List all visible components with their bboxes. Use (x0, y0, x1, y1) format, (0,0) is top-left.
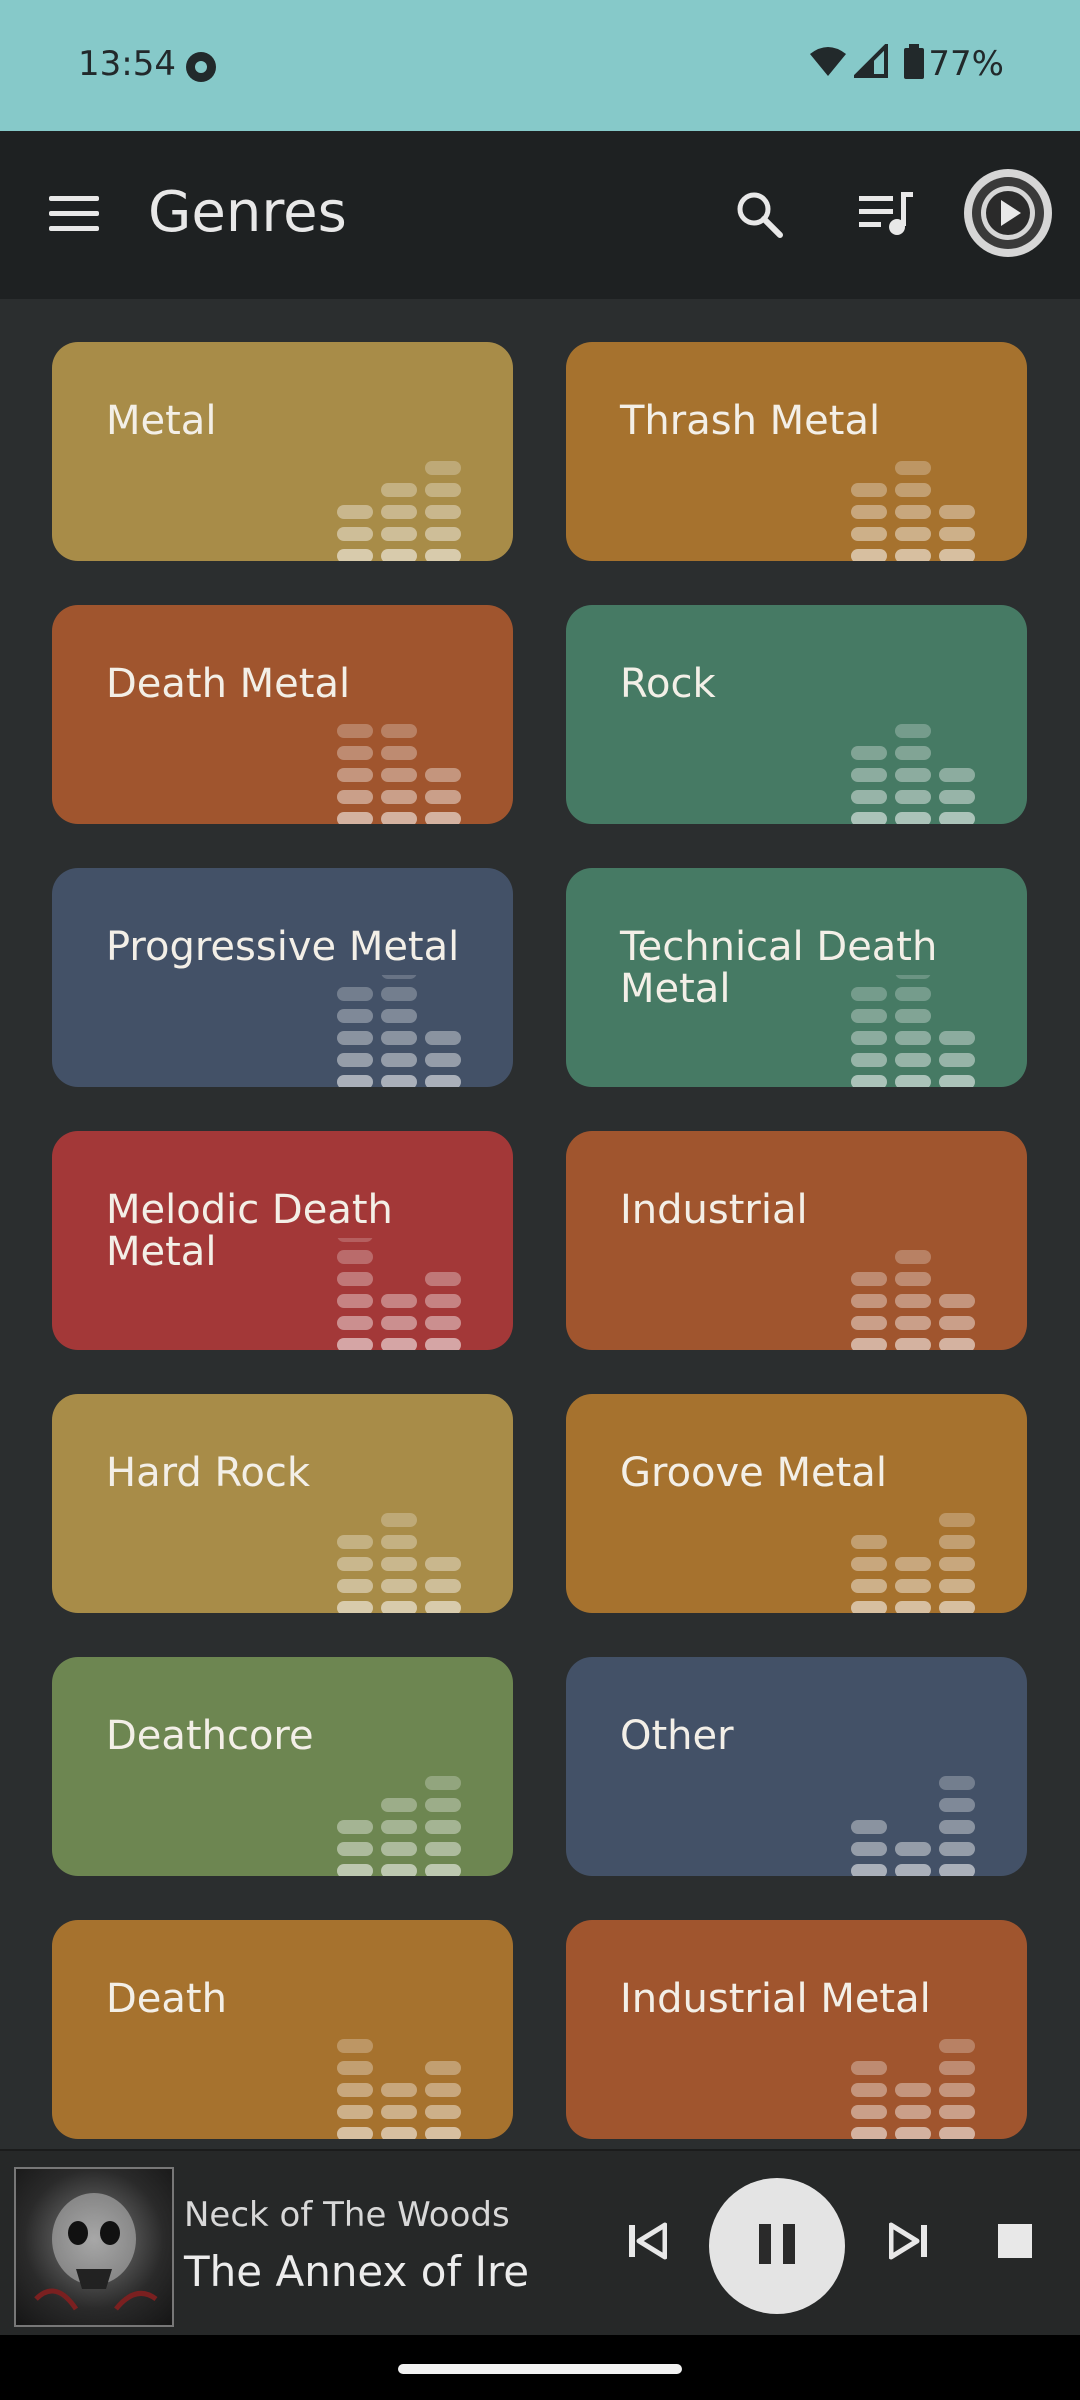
equalizer-icon (851, 1513, 975, 1613)
genre-tile[interactable]: Industrial Metal (566, 1920, 1027, 2139)
status-time: 13:54 (78, 44, 176, 84)
equalizer-icon (337, 1513, 461, 1613)
genre-tile[interactable]: Progressive Metal (52, 868, 513, 1087)
equalizer-icon (851, 724, 975, 824)
genre-tile[interactable]: Deathcore (52, 1657, 513, 1876)
genre-tile[interactable]: Melodic Death Metal (52, 1131, 513, 1350)
genre-label: Industrial Metal (620, 1976, 931, 2022)
genre-tile[interactable]: Metal (52, 342, 513, 561)
genre-label: Progressive Metal (106, 924, 460, 970)
equalizer-icon (337, 1776, 461, 1876)
genre-label: Death (106, 1976, 227, 2022)
equalizer-icon (337, 724, 461, 824)
album-art (14, 2167, 174, 2327)
genre-tile[interactable]: Rock (566, 605, 1027, 824)
genre-tile[interactable]: Industrial (566, 1131, 1027, 1350)
track-title: The Annex of Ire (184, 2247, 530, 2296)
battery-icon (903, 44, 925, 84)
equalizer-icon (851, 2039, 975, 2139)
battery-percent: 77% (928, 44, 1004, 84)
equalizer-icon (851, 1250, 975, 1350)
pause-button[interactable] (709, 2178, 845, 2314)
pause-icon (757, 2222, 797, 2270)
equalizer-icon (337, 975, 461, 1087)
genre-label: Metal (106, 398, 217, 444)
genre-label: Rock (620, 661, 716, 707)
queue-music-icon (859, 192, 913, 240)
genre-tile[interactable]: Groove Metal (566, 1394, 1027, 1613)
search-button[interactable] (709, 166, 809, 266)
genre-tile[interactable]: Death (52, 1920, 513, 2139)
genre-label: Thrash Metal (620, 398, 881, 444)
wifi-icon (808, 44, 848, 82)
previous-button[interactable] (612, 2203, 682, 2283)
skip-next-icon (888, 2221, 929, 2265)
signal-icon (851, 41, 888, 82)
genre-tile[interactable]: Other (566, 1657, 1027, 1876)
genre-grid: Metal Thrash Metal Death Metal Rock Progress… (0, 299, 1080, 2149)
menu-button[interactable] (24, 166, 124, 266)
media-session-icon (184, 50, 218, 88)
equalizer-icon (337, 1238, 461, 1350)
stop-icon (998, 2224, 1032, 2262)
queue-button[interactable] (836, 166, 936, 266)
mini-player[interactable]: Neck of The Woods The Annex of Ire (0, 2149, 1080, 2337)
genre-label: Other (620, 1713, 734, 1759)
genre-label: Hard Rock (106, 1450, 311, 1496)
genre-tile[interactable]: Technical Death Metal (566, 868, 1027, 1087)
next-button[interactable] (874, 2203, 944, 2283)
play-circle-icon (962, 167, 1054, 263)
equalizer-icon (337, 2039, 461, 2139)
genre-tile[interactable]: Thrash Metal (566, 342, 1027, 561)
genre-label: Deathcore (106, 1713, 314, 1759)
genre-label: Death Metal (106, 661, 351, 707)
equalizer-icon (851, 461, 975, 561)
home-gesture-handle[interactable] (398, 2364, 682, 2374)
genre-tile[interactable]: Death Metal (52, 605, 513, 824)
now-playing-button[interactable] (958, 165, 1058, 265)
menu-icon (49, 196, 99, 236)
equalizer-icon (337, 461, 461, 561)
genre-label: Groove Metal (620, 1450, 887, 1496)
stop-button[interactable] (980, 2203, 1050, 2283)
skip-previous-icon (627, 2221, 668, 2265)
equalizer-icon (851, 1776, 975, 1876)
search-icon (734, 189, 784, 243)
page-title: Genres (148, 180, 347, 245)
genre-label: Industrial (620, 1187, 808, 1233)
track-artist: Neck of The Woods (184, 2195, 510, 2235)
equalizer-icon (851, 975, 975, 1087)
genre-tile[interactable]: Hard Rock (52, 1394, 513, 1613)
status-bar: 13:54 77% (0, 0, 1080, 131)
